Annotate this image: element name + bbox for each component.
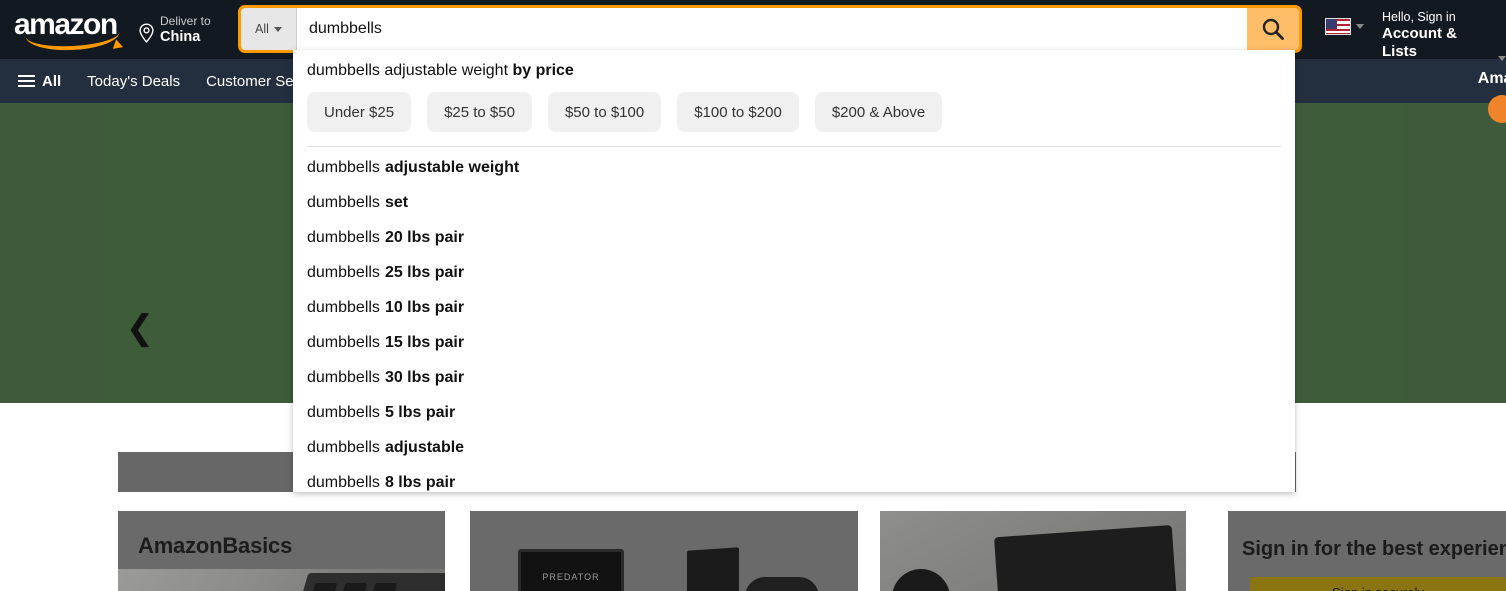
search-submit-button[interactable] bbox=[1247, 8, 1299, 50]
price-chip-200-and-above[interactable]: $200 & Above bbox=[814, 92, 943, 132]
nav-all-label: All bbox=[42, 72, 62, 90]
tile-video-games[interactable]: Video Games bbox=[666, 525, 840, 591]
suggestion-completion: 30 lbs pair bbox=[384, 368, 465, 386]
nav-right-label[interactable]: Amazon bbox=[1478, 70, 1506, 88]
suggestion-item[interactable]: dumbbells adjustable weight bbox=[293, 150, 1295, 185]
price-chip-100-to-200[interactable]: $100 to $200 bbox=[677, 92, 799, 132]
search-bar: All bbox=[238, 5, 1302, 53]
search-suggestions-dropdown: dumbbells adjustable weight by price Und… bbox=[293, 50, 1295, 492]
product-photo bbox=[118, 569, 445, 591]
deliver-country-label: China bbox=[160, 28, 201, 45]
keyboard-photo bbox=[880, 511, 1186, 591]
suggestion-item[interactable]: dumbbells adjustable bbox=[293, 430, 1295, 465]
chevron-down-icon bbox=[1498, 56, 1506, 61]
chevron-down-icon bbox=[273, 26, 282, 32]
suggestion-prefix: dumbbells bbox=[307, 438, 380, 456]
search-input[interactable] bbox=[297, 8, 1247, 50]
suggestion-completion: adjustable weight bbox=[384, 158, 520, 176]
suggestion-prefix: dumbbells bbox=[307, 403, 380, 421]
suggestion-item[interactable]: dumbbells 30 lbs pair bbox=[293, 360, 1295, 395]
card-title: AmazonBasics bbox=[138, 533, 293, 558]
suggestion-completion: 20 lbs pair bbox=[384, 228, 465, 246]
hamburger-menu-icon bbox=[18, 75, 35, 87]
price-filter-chips: Under $25 $25 to $50 $50 to $100 $100 to… bbox=[293, 80, 1295, 132]
suggestion-item[interactable]: dumbbells 8 lbs pair bbox=[293, 465, 1295, 500]
us-flag-icon bbox=[1325, 18, 1351, 35]
deliver-to-selector[interactable]: Deliver to China bbox=[138, 12, 211, 48]
suggestion-prefix: dumbbells bbox=[307, 193, 380, 211]
search-icon bbox=[1262, 18, 1284, 40]
card-keyboard-photo[interactable] bbox=[880, 511, 1186, 591]
price-chip-under-25[interactable]: Under $25 bbox=[307, 92, 412, 132]
suggestion-completion: 25 lbs pair bbox=[384, 263, 465, 281]
suggestion-list: dumbbells adjustable weight dumbbells se… bbox=[293, 147, 1295, 500]
suggestion-item[interactable]: dumbbells 20 lbs pair bbox=[293, 220, 1295, 255]
amazon-homepage: ❮ AmazonBasics PREDATOR Sign in for the … bbox=[0, 0, 1506, 591]
account-greeting: Hello, Sign in bbox=[1382, 10, 1456, 24]
suggestion-prefix: dumbbells bbox=[307, 368, 380, 386]
suggestion-completion: set bbox=[384, 193, 409, 211]
laptop-icon: PREDATOR bbox=[484, 525, 658, 591]
suggestion-completion: 15 lbs pair bbox=[384, 333, 465, 351]
deliver-to-label: Deliver to bbox=[160, 13, 211, 28]
suggestion-prefix: dumbbells bbox=[307, 158, 380, 176]
card-category-tiles: PREDATOR Computers & Accessories bbox=[470, 511, 858, 591]
speaker-graphic bbox=[892, 569, 950, 591]
suggestions-header[interactable]: dumbbells adjustable weight by price bbox=[293, 50, 1295, 80]
suggestion-prefix: dumbbells bbox=[307, 228, 380, 246]
search-category-dropdown[interactable]: All bbox=[241, 8, 297, 50]
nav-all-menu[interactable]: All bbox=[18, 73, 61, 90]
chevron-down-icon bbox=[1356, 24, 1364, 29]
suggestion-item[interactable]: dumbbells 5 lbs pair bbox=[293, 395, 1295, 430]
suggestion-prefix: dumbbells bbox=[307, 263, 380, 281]
signin-securely-button[interactable]: Sign in securely bbox=[1250, 577, 1506, 591]
price-chip-50-to-100[interactable]: $50 to $100 bbox=[547, 92, 662, 132]
signin-heading: Sign in for the best experience bbox=[1242, 538, 1506, 560]
suggestion-prefix: dumbbells bbox=[307, 333, 380, 351]
suggestion-completion: 5 lbs pair bbox=[384, 403, 456, 421]
location-pin-icon bbox=[139, 23, 154, 43]
carousel-prev-icon[interactable]: ❮ bbox=[120, 303, 160, 353]
account-lists-label: Account & Lists bbox=[1382, 25, 1457, 60]
signin-panel: Sign in for the best experience Sign in … bbox=[1228, 511, 1506, 591]
account-and-lists[interactable]: Hello, Sign in Account & Lists bbox=[1382, 10, 1506, 61]
amazon-logo[interactable]: amazon bbox=[14, 8, 134, 53]
nav-link-todays-deals[interactable]: Today's Deals bbox=[87, 73, 180, 90]
suggestion-completion: adjustable bbox=[384, 438, 465, 456]
laptop-logo-text: PREDATOR bbox=[542, 572, 600, 582]
suggestions-header-plain: dumbbells adjustable weight bbox=[307, 62, 509, 79]
suggestion-item[interactable]: dumbbells 25 lbs pair bbox=[293, 255, 1295, 290]
laptop-graphic bbox=[287, 573, 445, 591]
price-chip-25-to-50[interactable]: $25 to $50 bbox=[427, 92, 532, 132]
suggestion-completion: 8 lbs pair bbox=[384, 473, 456, 491]
card-amazon-basics[interactable]: AmazonBasics bbox=[118, 511, 445, 591]
language-selector[interactable] bbox=[1325, 18, 1364, 35]
suggestion-prefix: dumbbells bbox=[307, 473, 380, 491]
search-category-label: All bbox=[255, 22, 269, 36]
suggestion-item[interactable]: dumbbells set bbox=[293, 185, 1295, 220]
suggestion-item[interactable]: dumbbells 10 lbs pair bbox=[293, 290, 1295, 325]
tile-computers-accessories[interactable]: PREDATOR Computers & Accessories bbox=[484, 525, 658, 591]
game-console-icon bbox=[666, 525, 840, 591]
suggestions-header-bold: by price bbox=[512, 62, 574, 79]
suggestion-completion: 10 lbs pair bbox=[384, 298, 465, 316]
suggestion-prefix: dumbbells bbox=[307, 298, 380, 316]
keyboard-graphic bbox=[994, 524, 1180, 591]
suggestion-item[interactable]: dumbbells 15 lbs pair bbox=[293, 325, 1295, 360]
